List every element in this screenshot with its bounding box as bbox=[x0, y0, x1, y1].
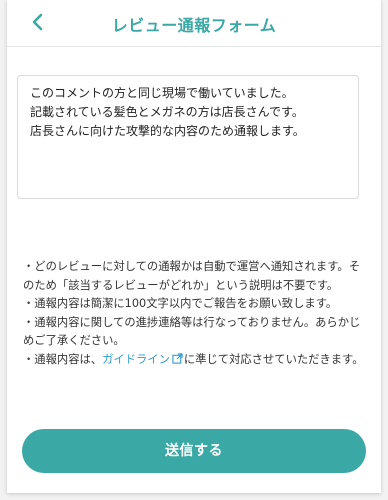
note-guideline-prefix: ・通報内容は、 bbox=[23, 352, 103, 366]
note-guideline: ・通報内容は、ガイドライン に準じて対応させていただきます。 bbox=[23, 351, 365, 370]
comment-line: 店長さんに向けた攻撃的な内容のため通報します。 bbox=[30, 124, 305, 138]
note-auto-notification: ・どのレビューに対しての通報かは自動で運営へ通知されます。そのため「該当するレビ… bbox=[23, 260, 360, 292]
external-link-icon bbox=[172, 353, 183, 364]
header: レビュー通報フォーム bbox=[7, 0, 381, 47]
note-character-limit: ・通報内容は簡潔に100文字以内でご報告をお願い致します。 bbox=[23, 297, 338, 311]
comment-line: 記載されている髪色とメガネの方は店長さんです。 bbox=[30, 105, 304, 119]
comment-line: このコメントの方と同じ現場で働いていました。 bbox=[30, 86, 294, 100]
page-title: レビュー通報フォーム bbox=[111, 16, 277, 35]
notes-section: ・どのレビューに対しての通報かは自動で運営へ通知されます。そのため「該当するレビ… bbox=[23, 258, 365, 370]
report-form-screen: レビュー通報フォーム このコメントの方と同じ現場で働いていました。 記載されてい… bbox=[7, 0, 381, 493]
note-no-progress-contact: ・通報内容に関しての進捗連絡等は行なっておりません。あらかじめご了承ください。 bbox=[23, 315, 361, 348]
guideline-link[interactable]: ガイドライン bbox=[102, 353, 184, 366]
note-guideline-suffix: に準じて対応させていただきます。 bbox=[183, 352, 364, 366]
guideline-link-label: ガイドライン bbox=[102, 352, 170, 366]
submit-button[interactable]: 送信する bbox=[22, 429, 366, 473]
comment-textarea[interactable]: このコメントの方と同じ現場で働いていました。 記載されている髪色とメガネの方は店… bbox=[17, 75, 359, 199]
